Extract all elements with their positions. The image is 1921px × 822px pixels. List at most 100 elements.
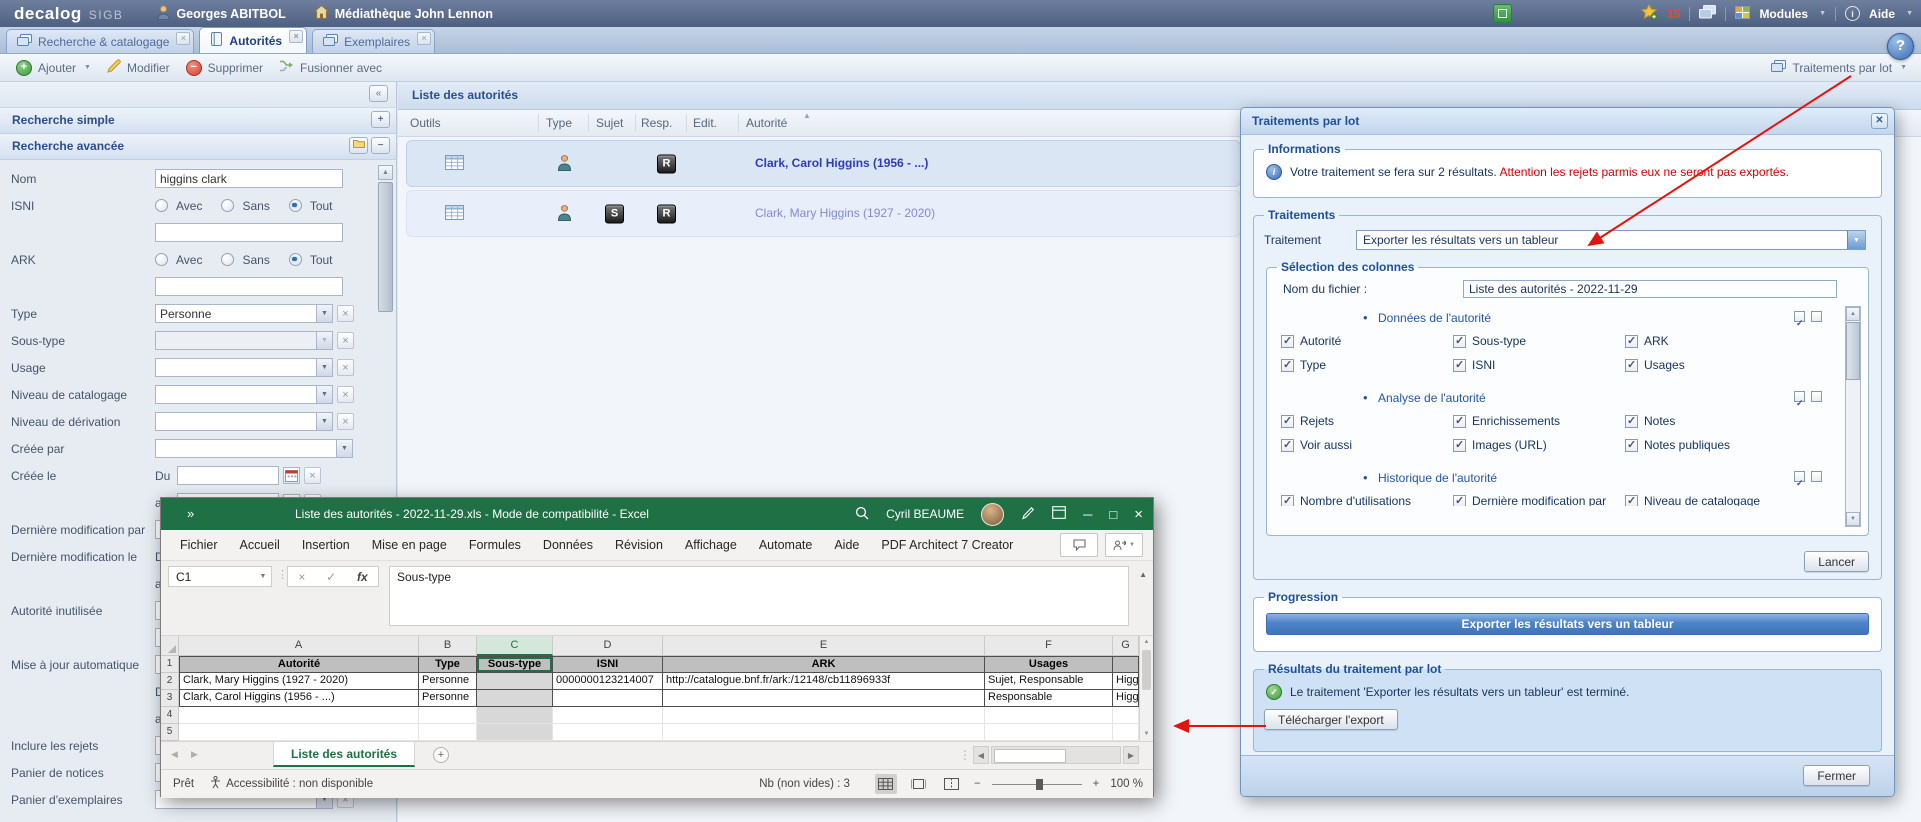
ribbon-display-icon[interactable] [1052, 506, 1067, 522]
cell-D2[interactable]: 0000000123214007 [553, 673, 663, 690]
collapse-section-icon[interactable]: − [371, 137, 390, 154]
avatar[interactable] [981, 502, 1005, 526]
supprimer-button[interactable]: − Supprimer [185, 59, 263, 76]
authority-name-link[interactable]: Clark, Mary Higgins (1927 - 2020) [755, 191, 935, 236]
check-all-checkbox[interactable] [1794, 471, 1805, 495]
column-checkbox-item[interactable]: Rejets [1281, 414, 1334, 428]
checkbox-checked-icon[interactable] [1625, 358, 1638, 372]
column-letter-f[interactable]: F [985, 636, 1113, 656]
folder-icon[interactable] [349, 137, 368, 154]
page-break-view-button[interactable] [941, 774, 963, 794]
cell-B1[interactable]: Type [419, 656, 477, 673]
close-icon[interactable]: × [289, 30, 304, 43]
ajouter-button[interactable]: + Ajouter ▼ [16, 59, 91, 76]
excel-title-bar[interactable]: » Liste des autorités - 2022-11-29.xls -… [161, 498, 1153, 530]
radio-option[interactable] [155, 253, 168, 266]
uncheck-all-checkbox[interactable] [1811, 391, 1822, 402]
cancel-icon[interactable]: × [298, 570, 305, 584]
current-library[interactable]: Médiathèque John Lennon [312, 4, 493, 22]
chevron-down-icon[interactable]: ▼ [316, 386, 332, 403]
cell-G3[interactable]: Higg [1113, 690, 1139, 707]
select-input[interactable]: ▼ [155, 331, 333, 350]
modules-menu[interactable]: Modules [1759, 7, 1808, 21]
accessibility-status[interactable]: Accessibilité : non disponible [210, 775, 373, 792]
traitements-par-lot-button[interactable]: Traitements par lot ▼ [1771, 59, 1907, 76]
grid-vertical-scrollbar[interactable]: ▲ ▼ [1139, 636, 1153, 741]
close-icon[interactable]: × [1134, 506, 1143, 523]
ribbon-tab-r-vision[interactable]: Révision [604, 538, 674, 552]
formula-input[interactable]: Sous-type [389, 566, 1129, 626]
recherche-avancee-header[interactable]: Recherche avancée − [0, 134, 396, 160]
cell-D1[interactable]: ISNI [553, 656, 663, 673]
windows-icon[interactable] [1699, 5, 1717, 22]
column-checkbox-item[interactable]: Notes publiques [1625, 438, 1730, 452]
column-checkbox-item[interactable]: Images (URL) [1453, 438, 1547, 452]
checkbox-checked-icon[interactable] [1625, 438, 1638, 452]
chevron-down-icon[interactable]: ▼ [316, 359, 332, 376]
scrollbar-thumb[interactable] [378, 182, 393, 312]
authority-name-link[interactable]: Clark, Carol Higgins (1956 - ...) [755, 141, 928, 186]
checkbox-checked-icon[interactable] [1281, 438, 1294, 452]
cell-D5[interactable] [553, 724, 663, 741]
check-all-checkbox[interactable] [1794, 311, 1805, 335]
scroll-up-icon[interactable]: ▲ [1140, 636, 1153, 649]
column-header-resp[interactable]: Resp. [641, 110, 672, 136]
close-icon[interactable]: ✕ [1871, 113, 1888, 129]
clear-icon[interactable]: × [337, 305, 354, 322]
scrollbar-thumb[interactable] [1142, 650, 1151, 690]
select-input[interactable]: Personne ▼ [155, 304, 333, 323]
sheet-tab[interactable]: Liste des autorités [273, 742, 416, 767]
cell-B5[interactable] [419, 724, 477, 741]
select-input[interactable]: ▼ [155, 412, 333, 431]
chevron-down-icon[interactable]: ▼ [255, 573, 271, 580]
checkbox-checked-icon[interactable] [1625, 494, 1638, 506]
share-button[interactable]: ▼ [1105, 533, 1143, 557]
column-letter-c[interactable]: C [477, 636, 553, 656]
column-checkbox-item[interactable]: Nombre d'utilisations [1281, 494, 1411, 506]
close-icon[interactable]: × [176, 32, 191, 45]
uncheck-all-checkbox[interactable] [1811, 471, 1822, 482]
checkbox-checked-icon[interactable] [1453, 334, 1466, 348]
scroll-down-icon[interactable]: ▼ [1140, 728, 1153, 741]
cell-F2[interactable]: Sujet, Responsable [985, 673, 1113, 690]
aide-menu[interactable]: Aide [1869, 7, 1895, 21]
column-checkbox-item[interactable]: Voir aussi [1281, 438, 1352, 452]
normal-view-button[interactable] [874, 774, 897, 794]
page-layout-view-button[interactable] [908, 774, 930, 794]
chevron-down-icon[interactable]: ▼ [316, 413, 332, 430]
ribbon-tab-accueil[interactable]: Accueil [229, 538, 291, 552]
column-checkbox-item[interactable]: Usages [1625, 358, 1685, 372]
zoom-slider-thumb[interactable] [1035, 778, 1043, 790]
authority-row[interactable]: R Clark, Carol Higgins (1956 - ...) [406, 140, 1241, 187]
column-letter-a[interactable]: A [179, 636, 419, 656]
ribbon-tab-mise-en-page[interactable]: Mise en page [361, 538, 458, 552]
fermer-button[interactable]: Fermer [1803, 765, 1870, 786]
cell-B2[interactable]: Personne [419, 673, 477, 690]
ribbon-tab-formules[interactable]: Formules [458, 538, 532, 552]
check-all-checkbox[interactable] [1794, 391, 1805, 415]
column-header-sujet[interactable]: Sujet [596, 110, 623, 136]
cell-A1[interactable]: Autorité [179, 656, 419, 673]
column-checkbox-item[interactable]: Niveau de catalogage [1625, 494, 1760, 506]
columns-scrollbar[interactable]: ▲ ▼ [1845, 306, 1861, 527]
help-button[interactable]: ? [1887, 33, 1914, 60]
clear-icon[interactable]: × [304, 467, 321, 484]
prev-sheet-icon[interactable]: ◀ [171, 749, 178, 760]
clear-icon[interactable]: × [337, 359, 354, 376]
cell-C3[interactable] [477, 690, 553, 707]
select-input[interactable]: ▼ [155, 439, 353, 458]
clear-icon[interactable]: × [337, 413, 354, 430]
cell-C5[interactable] [477, 724, 553, 741]
close-icon[interactable]: × [417, 32, 432, 45]
column-header-outils[interactable]: Outils [410, 110, 441, 136]
comments-button[interactable] [1060, 533, 1098, 557]
current-user[interactable]: Georges ABITBOL [157, 5, 286, 23]
column-letter-b[interactable]: B [419, 636, 477, 656]
zoom-slider[interactable] [991, 778, 1082, 790]
column-header-edit[interactable]: Edit. [693, 110, 717, 136]
cell-D4[interactable] [553, 707, 663, 724]
telecharger-export-button[interactable]: Télécharger l'export [1264, 709, 1398, 730]
cell-G1[interactable] [1113, 656, 1139, 673]
chevron-down-icon[interactable]: ▼ [1847, 231, 1865, 249]
chevron-down-icon[interactable]: ▼ [316, 332, 332, 349]
